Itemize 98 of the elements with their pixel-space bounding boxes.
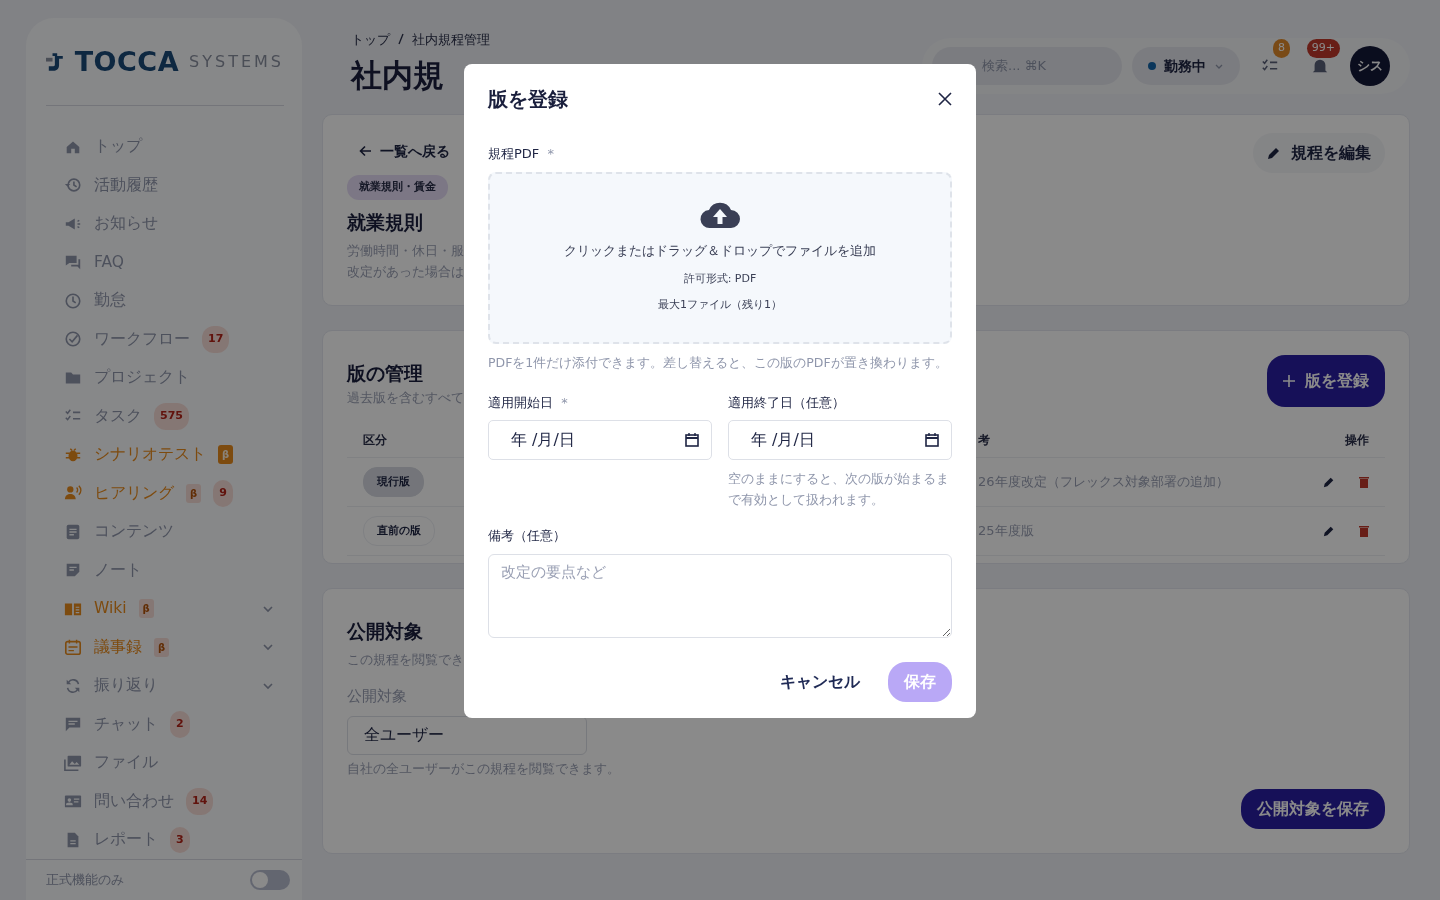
sidebar-item[interactable]: Wiki β (64, 589, 284, 628)
sidebar-item[interactable]: チャット 2 (64, 705, 284, 744)
count-badge: 9 (213, 480, 233, 507)
logo-subtitle: SYSTEMS (189, 51, 284, 74)
sidebar-item[interactable]: タスク 575 (64, 397, 284, 436)
back-link[interactable]: 一覧へ戻る (347, 133, 462, 170)
category-tag: 就業規則・賃金 (347, 175, 448, 200)
add-version-button[interactable]: 版を登録 (1267, 355, 1385, 407)
sidebar-item-label: 勤怠 (94, 290, 126, 312)
count-badge: 575 (154, 403, 189, 430)
pencil-icon (1267, 146, 1281, 160)
close-icon[interactable] (938, 92, 952, 106)
history-icon (64, 176, 82, 195)
pencil-icon[interactable] (1323, 525, 1335, 537)
file-limit: 最大1ファイル（残り1） (658, 297, 782, 314)
sidebar-item[interactable]: 勤怠 (64, 281, 284, 320)
trash-icon[interactable] (1359, 525, 1369, 537)
sidebar-item-label: トップ (94, 136, 142, 158)
count-badge: 3 (170, 826, 190, 853)
sidebar-item-label: Wiki (94, 598, 127, 620)
sidebar-item[interactable]: 活動履歴 (64, 166, 284, 205)
sidebar-item[interactable]: ヒアリング β 9 (64, 474, 284, 513)
help-text: PDFを1件だけ添付できます。差し替えると、この版のPDFが置き換わります。 (488, 353, 949, 372)
slash-icon (398, 33, 404, 45)
date-field[interactable]: 年 /月/日 (488, 420, 712, 460)
arrow-left-icon (359, 145, 372, 158)
count-badge: 2 (170, 711, 190, 738)
column-header: 考 (978, 432, 990, 449)
date-field[interactable]: 年 /月/日 (728, 420, 952, 460)
sidebar-item-label: FAQ (94, 251, 125, 273)
trash-icon[interactable] (1359, 476, 1369, 488)
beta-tag: β (186, 483, 202, 503)
sidebar-item-label: ヒアリング (94, 482, 174, 504)
bell-icon (1311, 57, 1329, 75)
cancel-button[interactable]: キャンセル (768, 661, 872, 702)
sidebar-item-label: 議事録 (94, 636, 142, 658)
calendar-icon (685, 433, 699, 447)
version-tag: 現行版 (363, 466, 424, 498)
document-icon (64, 522, 82, 541)
sidebar-item[interactable]: 振り返り (64, 666, 284, 705)
sidebar-item-label: 活動履歴 (94, 174, 158, 196)
field-label: 適用終了日（任意） (728, 393, 846, 412)
field-label: 規程PDF * (488, 145, 555, 163)
sidebar-item-label: ファイル (94, 752, 158, 774)
sidebar-item-label: シナリオテスト (94, 444, 206, 466)
images-icon (64, 753, 82, 772)
sidebar-item-label: 問い合わせ (94, 790, 174, 812)
sidebar-item[interactable]: 議事録 β (64, 628, 284, 667)
required-mark: * (561, 394, 568, 410)
count-badge: 14 (186, 788, 214, 815)
sidebar-item[interactable]: 問い合わせ 14 (64, 782, 284, 821)
sidebar-item[interactable]: シナリオテスト β (64, 435, 284, 474)
column-header: 操作 (1345, 432, 1369, 449)
field-label: 備考（任意） (488, 527, 567, 545)
user-avatar[interactable]: シス (1350, 46, 1390, 86)
count-badge: 17 (202, 326, 230, 353)
clock-icon (64, 291, 82, 310)
pencil-icon[interactable] (1323, 476, 1335, 488)
beta-tag: β (138, 599, 154, 619)
toggle-switch[interactable] (250, 870, 290, 890)
cloud-upload-icon (700, 201, 740, 230)
sidebar-item[interactable]: FAQ (64, 243, 284, 282)
count-badge: 8 (1273, 39, 1290, 58)
version-tag: 直前の版 (363, 515, 435, 547)
calendar-icon (64, 638, 82, 657)
sidebar-item[interactable]: トップ (64, 127, 284, 166)
file-dropzone[interactable]: クリックまたはドラッグ＆ドロップでファイルを追加 許可形式: PDF 最大1ファイル（残り1） (488, 171, 952, 344)
save-audience-button[interactable]: 公開対象を保存 (1241, 789, 1385, 829)
allowed-formats: 許可形式: PDF (683, 270, 757, 287)
edit-button[interactable]: 規程を編集 (1253, 133, 1385, 173)
rule-title: 就業規則 (347, 209, 424, 235)
section-title: 版の管理 (347, 361, 424, 386)
breadcrumb-item[interactable]: トップ (351, 30, 390, 50)
sidebar-item[interactable]: ファイル (64, 743, 284, 782)
modal-title: 版を登録 (488, 86, 568, 113)
sidebar-item-label: タスク (94, 405, 142, 427)
sidebar-item-label: 振り返り (94, 675, 158, 697)
status-dot (1148, 62, 1156, 70)
sidebar-item-label: チャット (94, 713, 158, 735)
calendar-icon (925, 433, 939, 447)
field-label: 適用開始日 * (488, 393, 569, 412)
plus-icon (1283, 375, 1295, 387)
column-header: 区分 (363, 432, 387, 449)
required-mark: * (547, 146, 554, 161)
dropzone-prompt: クリックまたはドラッグ＆ドロップでファイルを追加 (564, 242, 876, 261)
check-circle-icon (64, 330, 82, 349)
logo-wordmark: TOCCA (74, 45, 180, 79)
section-title: 公開対象 (347, 619, 424, 644)
refresh-icon (64, 676, 82, 695)
bug-icon (64, 445, 82, 464)
page-title: 社内規 (349, 55, 445, 95)
breadcrumb-item: 社内規程管理 (412, 31, 490, 49)
help-text: 空のままにすると、次の版が始まるまで有効として扱われます。 (728, 470, 950, 509)
beta-tag: β (218, 445, 234, 465)
status-dropdown[interactable]: 勤務中 (1132, 47, 1240, 85)
note-field[interactable]: 改定の要点など (488, 553, 952, 638)
beta-tag: β (154, 637, 170, 657)
count-badge: 99+ (1306, 39, 1340, 58)
